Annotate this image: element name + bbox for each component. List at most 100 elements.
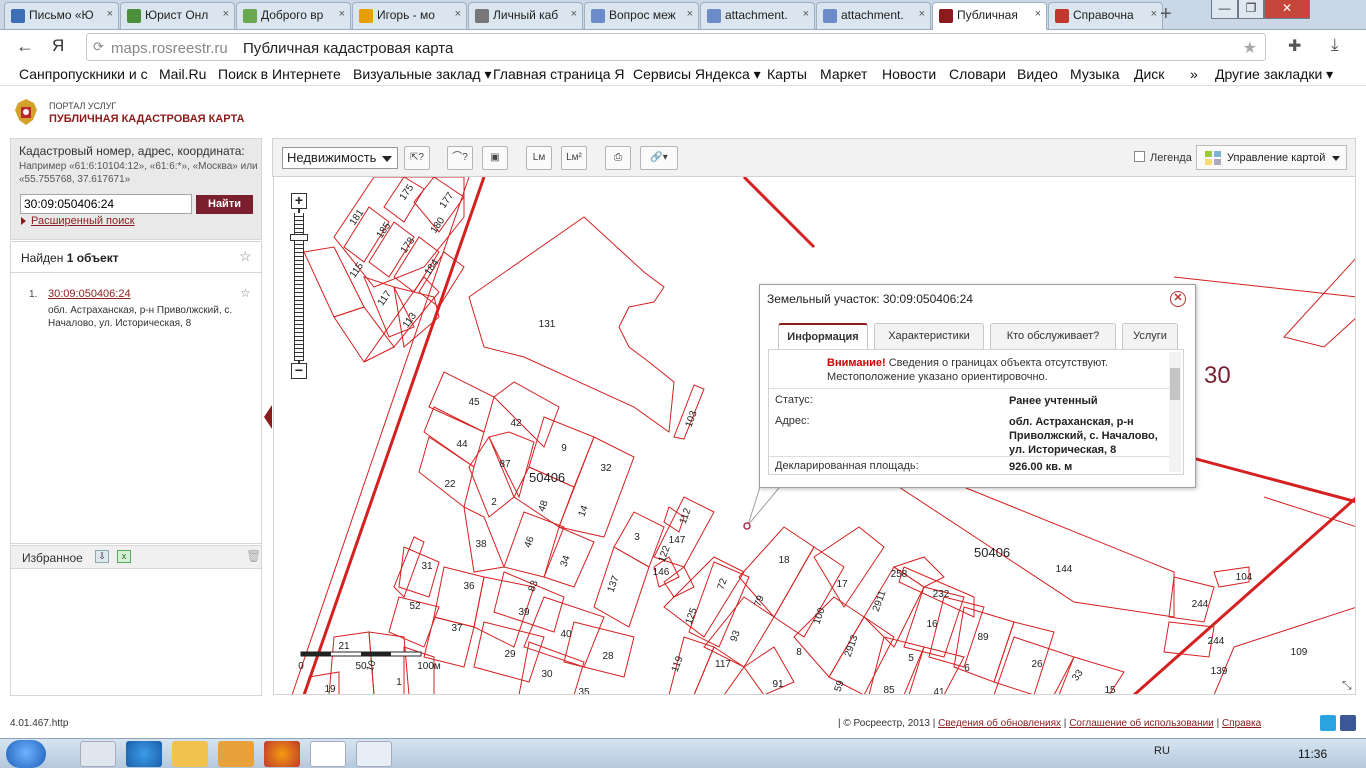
page-info-icon[interactable]: ⟳ [93,39,104,55]
svg-text:72: 72 [716,577,730,592]
advanced-search-link[interactable]: Расширенный поиск [31,215,135,227]
bookmark-item[interactable]: Сервисы Яндекса ▾ [633,66,761,83]
bookmark-item[interactable]: Mail.Ru [159,66,206,82]
portal-title[interactable]: ПУБЛИЧНАЯ КАДАСТРОВАЯ КАРТА [49,113,244,125]
browser-tab[interactable]: Юрист Онл × [120,2,235,29]
bookmark-item[interactable]: Санпропускники и с [19,66,148,82]
clock[interactable]: 11:36 [1298,747,1327,761]
area-identify-icon[interactable]: ⌒? [447,146,473,170]
yandex-icon[interactable] [356,741,392,767]
bookmark-item[interactable]: Визуальные заклад ▾ [353,66,492,83]
map-control-dropdown[interactable]: Управление картой [1196,145,1347,170]
scrollbar-thumb[interactable] [1170,368,1180,400]
bookmark-item[interactable]: Другие закладки ▾ [1215,66,1333,83]
browser-tab[interactable]: Игорь - мо × [352,2,467,29]
bookmark-item[interactable]: Видео [1017,66,1058,82]
copyright-text: | © Росреестр, 2013 | [838,718,936,729]
close-icon[interactable]: × [803,8,809,20]
tab-characteristics[interactable]: Характеристики [874,323,984,349]
trash-icon[interactable]: 🗑 [246,549,261,563]
browser-tab[interactable]: attachment. × [816,2,931,29]
language-indicator[interactable]: RU [1154,745,1170,757]
bookmark-item[interactable]: Поиск в Интернете [218,66,341,82]
twitter-icon[interactable] [1320,715,1336,731]
yandex-browser-icon[interactable] [310,741,346,767]
folder-icon[interactable] [172,741,208,767]
browser-tab[interactable]: Публичная × [932,2,1047,30]
browser-tab[interactable]: attachment. × [700,2,815,29]
browser-tab[interactable]: Личный каб × [468,2,583,29]
close-icon[interactable]: × [1151,8,1157,20]
extensions-icon[interactable]: ✚ [1288,36,1301,56]
bookmark-item[interactable]: Словари [949,66,1006,82]
tab-information[interactable]: Информация [778,323,868,349]
zoom-slider[interactable]: + − [290,193,308,379]
bookmark-item[interactable]: » [1190,66,1198,82]
browser-tab[interactable]: Справочна × [1048,2,1163,29]
start-button[interactable] [6,740,46,768]
bookmark-item[interactable]: Музыка [1070,66,1120,82]
close-icon[interactable]: × [687,8,693,20]
back-arrow-icon[interactable]: ← [16,36,34,57]
legend-checkbox[interactable] [1134,151,1145,162]
bookmark-item[interactable]: Главная страница Я [493,66,625,82]
measure-area-icon[interactable]: Lм² [561,146,587,170]
download-icon[interactable]: ⤓ [1331,35,1339,55]
yandex-logo-icon[interactable]: Я [52,36,64,56]
new-tab-button[interactable]: + [1160,3,1172,26]
ie-icon[interactable] [126,741,162,767]
media-player-icon[interactable] [218,741,254,767]
close-icon[interactable]: × [339,8,345,20]
svg-text:180: 180 [429,215,448,235]
identify-tool-icon[interactable]: ⇱? [404,146,430,170]
select-box-icon[interactable]: ▣ [482,146,508,170]
close-icon[interactable]: × [455,8,461,20]
star-icon[interactable]: ☆ [240,286,251,300]
excel-icon[interactable]: x [117,550,131,563]
close-window-button[interactable]: ✕ [1264,0,1310,19]
export-icon[interactable]: ⇩ [95,550,109,563]
search-input[interactable] [20,194,192,214]
close-icon[interactable]: × [1035,8,1041,20]
browser-tab[interactable]: Вопрос меж × [584,2,699,29]
restore-button[interactable]: ❐ [1238,0,1264,19]
popup-scrollbar[interactable] [1169,352,1181,472]
address-bar[interactable]: ⟳ maps.rosreestr.ru Публичная кадастрова… [86,33,1266,61]
help-link[interactable]: Справка [1222,718,1261,729]
layer-select[interactable]: Недвижимость [282,147,398,169]
tab-who-serves[interactable]: Кто обслуживает? [990,323,1116,349]
bookmark-item[interactable]: Маркет [820,66,867,82]
browser-tab[interactable]: Доброго вр × [236,2,351,29]
facebook-icon[interactable] [1340,715,1356,731]
resize-corner-icon[interactable]: ⤡ [1342,678,1352,692]
svg-text:112: 112 [678,506,694,525]
minimize-button[interactable]: — [1211,0,1238,19]
location-marker[interactable] [743,522,751,530]
search-button[interactable]: Найти [196,195,253,214]
browser-tab[interactable]: Письмо «Ю × [4,2,119,29]
close-icon[interactable]: × [107,8,113,20]
zoom-handle[interactable] [290,234,308,241]
bookmark-item[interactable]: Диск [1134,66,1164,82]
link-icon[interactable]: 🔗▾ [640,146,678,170]
star-icon[interactable]: ☆ [239,248,252,265]
explorer-window-icon[interactable] [80,741,116,767]
tab-services[interactable]: Услуги [1122,323,1178,349]
bookmark-item[interactable]: Карты [767,66,807,82]
agreement-link[interactable]: Соглашение об использовании [1069,718,1214,729]
updates-link[interactable]: Сведения об обновлениях [938,718,1061,729]
bookmark-star-icon[interactable]: ★ [1243,38,1257,58]
firefox-icon[interactable] [264,741,300,767]
close-icon[interactable]: ✕ [1170,291,1186,307]
measure-length-icon[interactable]: Lм [526,146,552,170]
print-icon[interactable]: ⎙ [605,146,631,170]
close-icon[interactable]: × [571,8,577,20]
close-icon[interactable]: × [919,8,925,20]
zoom-in-button[interactable]: + [291,193,307,209]
result-cadastral-link[interactable]: 30:09:050406:24 [48,288,131,300]
close-icon[interactable]: × [223,8,229,20]
bookmark-item[interactable]: Новости [882,66,936,82]
zoom-out-button[interactable]: − [291,363,307,379]
collapse-panel-handle[interactable] [264,405,272,429]
emblem-icon [1055,9,1069,23]
